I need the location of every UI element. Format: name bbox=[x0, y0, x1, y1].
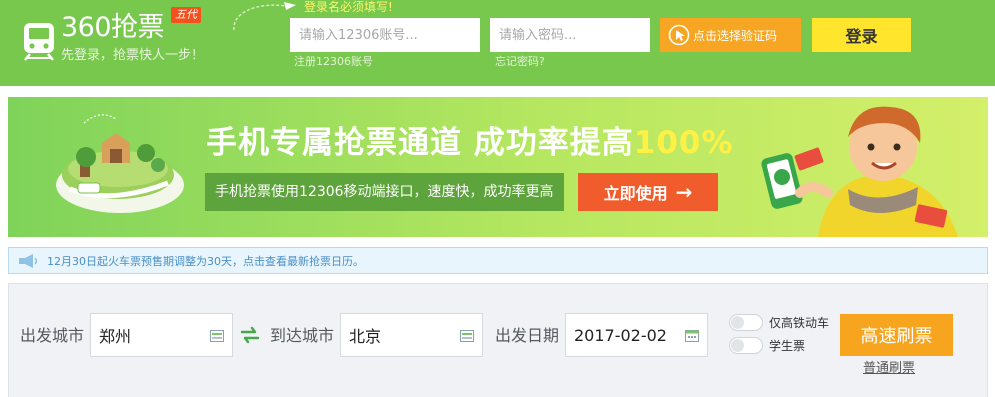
train-logo-icon bbox=[22, 21, 56, 61]
notice-text[interactable]: 12月30日起火车票预售期调整为30天，点击查看最新抢票日历。 bbox=[47, 253, 364, 269]
promo-banner[interactable]: 手机专属抢票通道 成功率提高100% 手机抢票使用12306移动端接口，速度快，… bbox=[8, 97, 988, 237]
fast-refresh-button[interactable]: 高速刷票 bbox=[840, 314, 953, 356]
banner-title-highlight: 100% bbox=[633, 125, 734, 161]
toggle-knob bbox=[731, 339, 744, 352]
captcha-button-label: 点击选择验证码 bbox=[693, 28, 778, 43]
station-list-icon[interactable] bbox=[460, 330, 474, 342]
date-input[interactable]: 2017-02-02 bbox=[565, 313, 708, 357]
student-ticket-label: 学生票 bbox=[769, 339, 806, 353]
forgot-password-link[interactable]: 忘记密码? bbox=[495, 55, 545, 69]
date-label: 出发日期 bbox=[495, 326, 560, 345]
swap-cities-icon[interactable] bbox=[240, 325, 260, 345]
username-input[interactable] bbox=[290, 18, 480, 52]
from-city-value: 郑州 bbox=[99, 327, 132, 346]
logo-text: 360抢票 bbox=[61, 12, 165, 43]
version-badge: 五代 bbox=[171, 7, 201, 23]
login-button[interactable]: 登录 bbox=[812, 18, 911, 52]
to-city-input[interactable]: 北京 bbox=[340, 313, 483, 357]
arrow-right-icon: → bbox=[675, 180, 693, 204]
from-city-label: 出发城市 bbox=[20, 326, 85, 345]
normal-refresh-link[interactable]: 普通刷票 bbox=[863, 361, 915, 377]
top-header: 360抢票 五代 先登录，抢票快人一步！ 登录名必须填写! 注册12306账号 … bbox=[0, 0, 995, 86]
toggle-switch[interactable] bbox=[729, 337, 763, 354]
student-ticket-toggle[interactable]: 学生票 bbox=[729, 337, 805, 354]
to-city-label: 到达城市 bbox=[270, 326, 335, 345]
date-value: 2017-02-02 bbox=[574, 325, 667, 345]
high-speed-only-label: 仅高铁动车 bbox=[769, 316, 830, 330]
megaphone-icon bbox=[17, 253, 39, 269]
toggle-switch[interactable] bbox=[729, 314, 763, 331]
captcha-button[interactable]: 点击选择验证码 bbox=[660, 18, 801, 52]
password-input[interactable] bbox=[490, 18, 650, 52]
slogan: 先登录，抢票快人一步！ bbox=[61, 48, 205, 63]
use-now-label: 立即使用 bbox=[603, 184, 668, 203]
use-now-button[interactable]: 立即使用 → bbox=[578, 173, 718, 211]
notice-bar[interactable]: 12月30日起火车票预售期调整为30天，点击查看最新抢票日历。 bbox=[8, 247, 988, 274]
floating-island-illustration-icon bbox=[50, 103, 190, 233]
toggle-knob bbox=[731, 316, 744, 329]
calendar-icon[interactable] bbox=[685, 330, 699, 342]
high-speed-only-toggle[interactable]: 仅高铁动车 bbox=[729, 314, 829, 331]
banner-subtitle: 手机抢票使用12306移动端接口，速度快，成功率更高 bbox=[205, 173, 564, 211]
banner-title: 手机专属抢票通道 成功率提高100% bbox=[206, 123, 734, 163]
cartoon-person-illustration-icon bbox=[748, 97, 988, 237]
login-hint: 登录名必须填写! bbox=[304, 0, 393, 14]
decorative-curve-icon bbox=[228, 0, 298, 34]
station-list-icon[interactable] bbox=[210, 330, 224, 342]
from-city-input[interactable]: 郑州 bbox=[90, 313, 233, 357]
register-link[interactable]: 注册12306账号 bbox=[294, 55, 373, 69]
banner-title-main: 手机专属抢票通道 成功率提高 bbox=[206, 125, 634, 161]
to-city-value: 北京 bbox=[349, 327, 382, 346]
cursor-click-icon bbox=[668, 24, 690, 46]
